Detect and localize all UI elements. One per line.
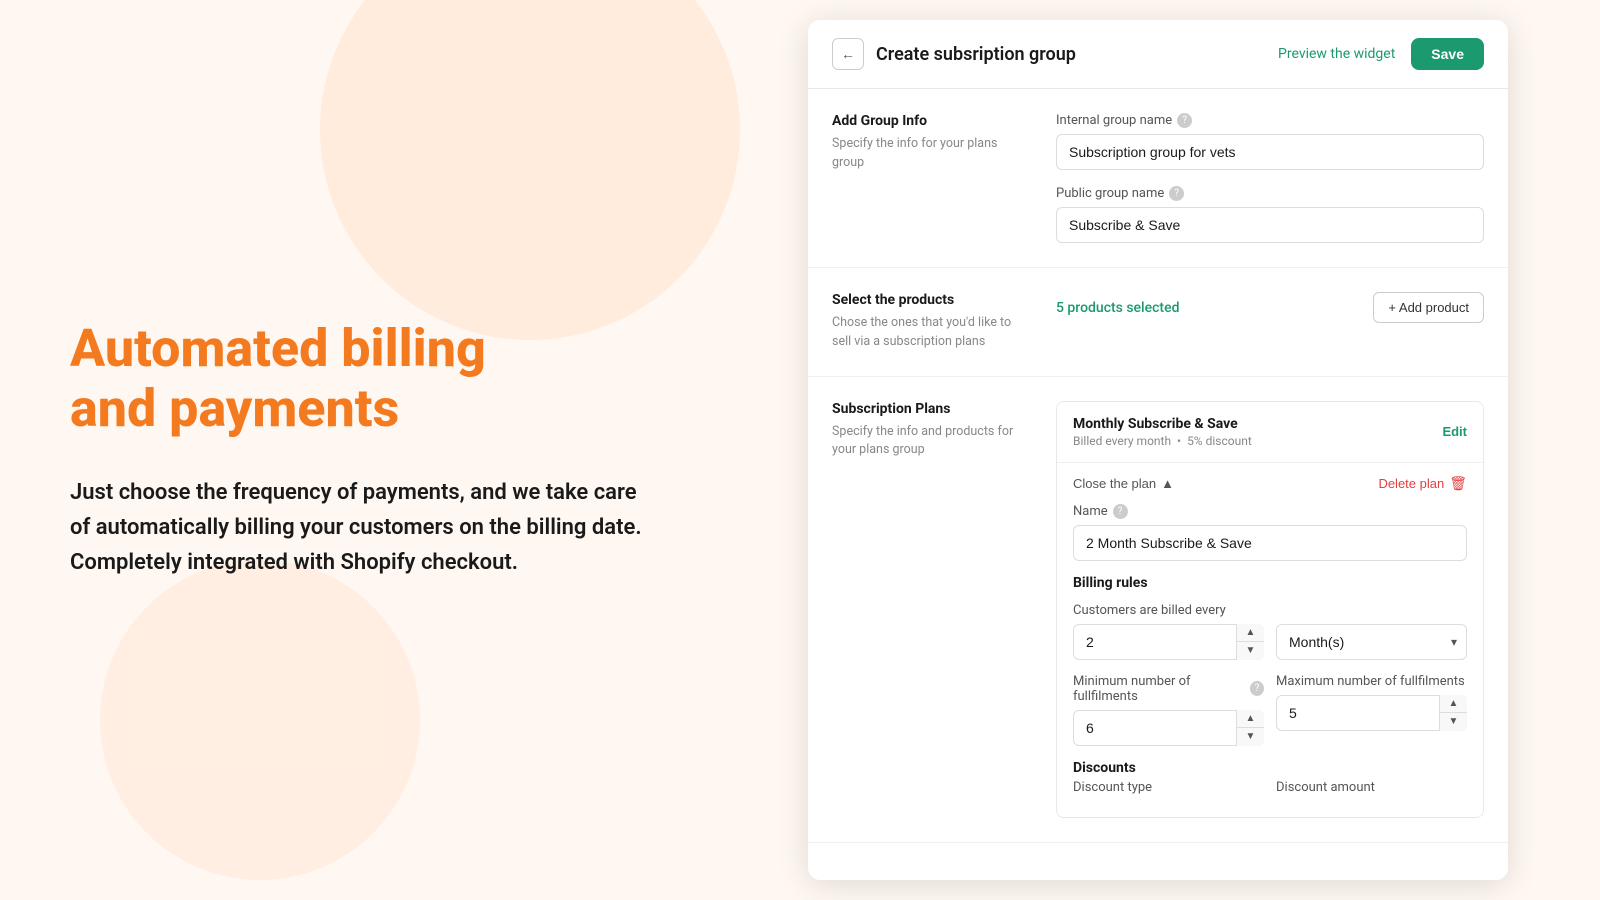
products-selected-count: 5 products selected (1056, 300, 1179, 316)
save-button[interactable]: Save (1411, 38, 1484, 70)
billing-number-field: ▲ ▼ (1073, 624, 1264, 660)
products-desc: Chose the ones that you'd like to sell v… (832, 314, 1032, 352)
plans-title: Subscription Plans (832, 401, 1032, 417)
card-title: Create subsription group (876, 44, 1076, 65)
billing-row: ▲ ▼ Month(s) Week(s) (1073, 624, 1467, 660)
min-fulfillments-increment-button[interactable]: ▲ (1237, 710, 1264, 729)
subscription-plans-section: Subscription Plans Specify the info and … (808, 377, 1508, 843)
billing-rules-title: Billing rules (1073, 575, 1467, 591)
discounts-subtitle-row: Discount type Discount amount (1073, 780, 1467, 801)
products-label: Select the products Chose the ones that … (832, 292, 1032, 352)
back-button[interactable]: ← (832, 38, 864, 70)
min-fulfillments-decrement-button[interactable]: ▼ (1237, 728, 1264, 746)
max-fulfillments-increment-button[interactable]: ▲ (1440, 695, 1467, 714)
preview-widget-link[interactable]: Preview the widget (1278, 46, 1395, 62)
fulfillments-row: Minimum number of fullfilments ? ▲ ▼ (1073, 674, 1467, 746)
card-header-left: ← Create subsription group (832, 38, 1076, 70)
plan-header: Monthly Subscribe & Save Billed every mo… (1057, 402, 1483, 462)
products-row: 5 products selected + Add product (1056, 292, 1484, 323)
billing-every-label: Customers are billed every (1073, 603, 1467, 618)
min-fulfillments-label: Minimum number of fullfilments ? (1073, 674, 1264, 704)
plan-name: Monthly Subscribe & Save (1073, 416, 1252, 432)
plan-header-left: Monthly Subscribe & Save Billed every mo… (1073, 416, 1252, 448)
discount-type-label: Discount type (1073, 780, 1264, 795)
products-content: 5 products selected + Add product (1056, 292, 1484, 352)
billing-number-wrap: ▲ ▼ (1073, 624, 1264, 660)
left-panel: Automated billing and payments Just choo… (0, 0, 740, 900)
billing-period-select[interactable]: Month(s) Week(s) Day(s) (1276, 624, 1467, 660)
plan-name-info-icon[interactable]: ? (1113, 504, 1128, 519)
plan-name-label: Name ? (1073, 504, 1467, 519)
billing-period-field: Month(s) Week(s) Day(s) (1276, 624, 1467, 660)
add-group-content: Internal group name ? Public group name … (1056, 113, 1484, 243)
add-product-button[interactable]: + Add product (1373, 292, 1484, 323)
main-card: ← Create subsription group Preview the w… (808, 20, 1508, 880)
discount-amount-label: Discount amount (1276, 780, 1467, 795)
plan-expanded: Close the plan ▲ Delete plan 🗑 (1057, 462, 1483, 817)
plan-name-input[interactable] (1073, 525, 1467, 561)
plan-card: Monthly Subscribe & Save Billed every mo… (1056, 401, 1484, 818)
card-header: ← Create subsription group Preview the w… (808, 20, 1508, 89)
add-group-label: Add Group Info Specify the info for your… (832, 113, 1032, 243)
discount-type-field: Discount type (1073, 780, 1264, 801)
public-name-info-icon[interactable]: ? (1169, 186, 1184, 201)
main-description: Just choose the frequency of payments, a… (70, 475, 650, 581)
add-group-section: Add Group Info Specify the info for your… (808, 89, 1508, 268)
card-header-right: Preview the widget Save (1278, 38, 1484, 70)
add-group-desc: Specify the info for your plans group (832, 135, 1032, 173)
delete-plan-button[interactable]: Delete plan 🗑 (1378, 475, 1467, 492)
public-name-field-group: Public group name ? (1056, 186, 1484, 243)
min-fulfillments-stepper: ▲ ▼ (1236, 710, 1264, 746)
products-title: Select the products (832, 292, 1032, 308)
plan-edit-button[interactable]: Edit (1442, 424, 1467, 439)
max-fulfillments-stepper: ▲ ▼ (1439, 695, 1467, 731)
discounts-title: Discounts (1073, 760, 1467, 776)
plans-content: Monthly Subscribe & Save Billed every mo… (1056, 401, 1484, 818)
min-fulfillments-info-icon[interactable]: ? (1250, 681, 1264, 696)
plans-label: Subscription Plans Specify the info and … (832, 401, 1032, 818)
close-plan-button[interactable]: Close the plan ▲ (1073, 476, 1174, 491)
trash-icon: 🗑 (1449, 475, 1467, 492)
card-body: Add Group Info Specify the info for your… (808, 89, 1508, 880)
max-fulfillments-decrement-button[interactable]: ▼ (1440, 713, 1467, 731)
min-fulfillments-field: Minimum number of fullfilments ? ▲ ▼ (1073, 674, 1264, 746)
plan-actions-bar: Close the plan ▲ Delete plan 🗑 (1073, 463, 1467, 504)
plan-billing-desc: Billed every month • 5% discount (1073, 434, 1252, 448)
billing-period-select-wrap: Month(s) Week(s) Day(s) (1276, 624, 1467, 660)
max-fulfillments-field: Maximum number of fullfilments ▲ ▼ (1276, 674, 1467, 746)
billing-increment-button[interactable]: ▲ (1237, 624, 1264, 643)
plan-name-field: Name ? (1073, 504, 1467, 561)
internal-name-info-icon[interactable]: ? (1177, 113, 1192, 128)
chevron-up-icon: ▲ (1161, 476, 1174, 491)
max-fulfillments-wrap: ▲ ▼ (1276, 695, 1467, 731)
right-panel: ← Create subsription group Preview the w… (740, 0, 1600, 900)
max-fulfillments-label: Maximum number of fullfilments (1276, 674, 1467, 689)
plans-desc: Specify the info and products for your p… (832, 423, 1032, 461)
discount-amount-field: Discount amount (1276, 780, 1467, 801)
internal-name-label: Internal group name ? (1056, 113, 1484, 128)
min-fulfillments-wrap: ▲ ▼ (1073, 710, 1264, 746)
internal-name-field-group: Internal group name ? (1056, 113, 1484, 170)
products-section: Select the products Chose the ones that … (808, 268, 1508, 377)
public-group-name-input[interactable] (1056, 207, 1484, 243)
add-group-title: Add Group Info (832, 113, 1032, 129)
billing-decrement-button[interactable]: ▼ (1237, 642, 1264, 660)
internal-group-name-input[interactable] (1056, 134, 1484, 170)
billing-stepper: ▲ ▼ (1236, 624, 1264, 660)
public-name-label: Public group name ? (1056, 186, 1484, 201)
main-title: Automated billing and payments (70, 319, 670, 439)
back-arrow-icon: ← (841, 46, 855, 62)
